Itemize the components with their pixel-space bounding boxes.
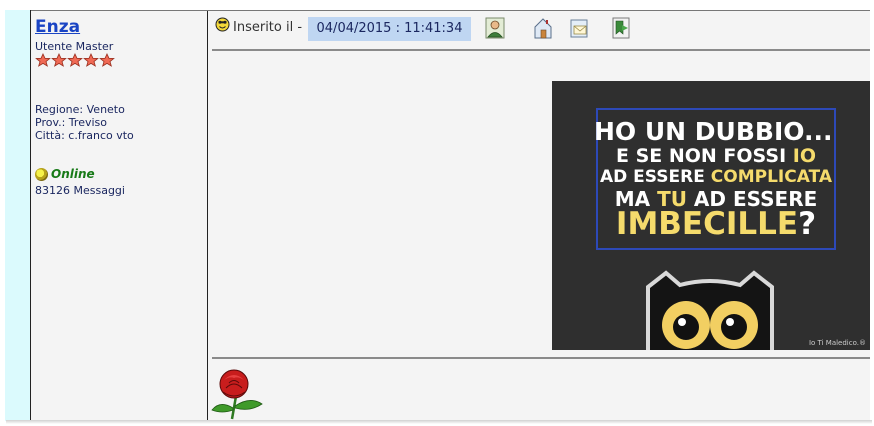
- owl-illustration: [646, 270, 774, 350]
- star-icon: [99, 53, 115, 67]
- meme-line-5: IMBECILLE?: [615, 206, 817, 242]
- author-region: Regione: Veneto: [35, 103, 125, 116]
- message-count: 83126 Messaggi: [35, 184, 125, 197]
- online-status: Online: [35, 167, 95, 181]
- author-city: Città: c.franco vto: [35, 129, 134, 142]
- star-icon: [67, 53, 83, 67]
- rank-stars: [35, 53, 115, 67]
- author-province: Prov.: Treviso: [35, 116, 107, 129]
- star-icon: [35, 53, 51, 67]
- meme-line-3: AD ESSERE COMPLICATA: [600, 167, 832, 187]
- meme-credit: Io Ti Maledico.®: [808, 339, 866, 347]
- meme-image: HO UN DUBBIO... E SE NON FOSSI IO AD ESS…: [552, 81, 870, 350]
- online-dot-icon: [35, 167, 48, 181]
- meme-line-1: HO UN DUBBIO...: [594, 117, 833, 146]
- star-icon: [51, 53, 67, 67]
- forum-post: Enza Utente Master Regione: Veneto Prov.…: [0, 0, 874, 426]
- email-icon[interactable]: [569, 17, 589, 39]
- posted-on-label: Inserito il -: [233, 20, 303, 35]
- bottom-shadow: [6, 420, 872, 424]
- top-border: [31, 10, 870, 11]
- meme-line-2: E SE NON FOSSI IO: [615, 145, 816, 167]
- signature-rule: [212, 357, 870, 359]
- author-rank: Utente Master: [35, 40, 114, 53]
- author-column: [31, 10, 207, 421]
- left-margin-strip: [5, 10, 30, 421]
- homepage-icon[interactable]: [533, 17, 553, 39]
- posted-date: 04/04/2015 : 11:41:34: [308, 17, 471, 41]
- rose-icon: [211, 369, 263, 420]
- bookmark-icon[interactable]: [611, 17, 631, 39]
- star-icon: [83, 53, 99, 67]
- post-header-rule: [212, 49, 870, 51]
- author-name-link[interactable]: Enza: [35, 17, 80, 37]
- post-smiley-icon: [215, 17, 230, 32]
- profile-icon[interactable]: [485, 17, 505, 39]
- online-status-label: Online: [51, 167, 95, 181]
